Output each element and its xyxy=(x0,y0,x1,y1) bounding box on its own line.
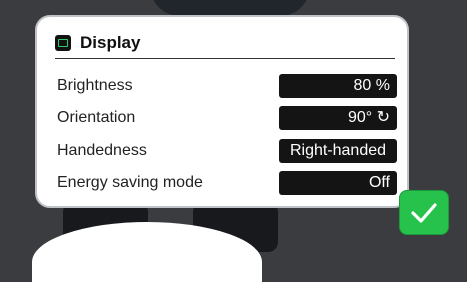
checkmark-icon xyxy=(411,202,437,223)
setting-label: Brightness xyxy=(57,77,133,94)
setting-row-energy-saving: Energy saving mode Off xyxy=(57,171,397,195)
setting-label: Energy saving mode xyxy=(57,174,203,191)
dialog-title: Display xyxy=(80,33,141,52)
setting-label: Handedness xyxy=(57,142,147,159)
confirm-button[interactable] xyxy=(399,190,449,235)
dialog-header: Display xyxy=(55,33,140,53)
energy-saving-value[interactable]: Off xyxy=(279,171,397,195)
orientation-value[interactable]: 90° ↻ xyxy=(279,106,397,130)
setting-row-handedness: Handedness Right-handed xyxy=(57,139,397,163)
setting-row-orientation: Orientation 90° ↻ xyxy=(57,106,397,130)
background-top-element xyxy=(150,0,310,16)
handedness-value[interactable]: Right-handed xyxy=(279,139,397,163)
display-icon xyxy=(55,35,71,51)
display-dialog: Display Brightness 80 % Orientation 90° … xyxy=(35,15,409,208)
title-divider xyxy=(55,58,395,59)
setting-row-brightness: Brightness 80 % xyxy=(57,74,397,98)
brightness-value[interactable]: 80 % xyxy=(279,74,397,98)
setting-label: Orientation xyxy=(57,109,136,126)
